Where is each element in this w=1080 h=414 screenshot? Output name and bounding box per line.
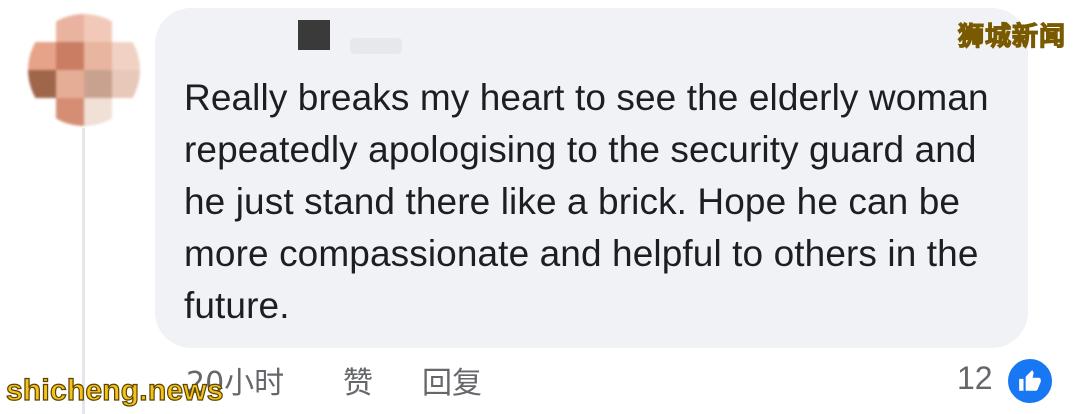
- avatar[interactable]: [28, 14, 140, 126]
- name-redaction-block: [298, 20, 330, 50]
- like-button[interactable]: 赞: [343, 358, 373, 402]
- reaction-count[interactable]: 12: [957, 360, 993, 397]
- reply-button[interactable]: 回复: [422, 358, 482, 402]
- thumbs-up-icon[interactable]: [1005, 356, 1055, 406]
- watermark-top-right: 狮城新闻: [957, 21, 1066, 52]
- thread-line: [82, 128, 85, 414]
- watermark-bottom-left: shicheng.news: [5, 373, 224, 407]
- comment-screenshot: Really breaks my heart to see the elderl…: [0, 0, 1080, 414]
- name-redaction-smudge: [350, 38, 402, 54]
- thumbs-up-glyph: [1019, 370, 1041, 391]
- comment-text: Really breaks my heart to see the elderl…: [184, 77, 989, 326]
